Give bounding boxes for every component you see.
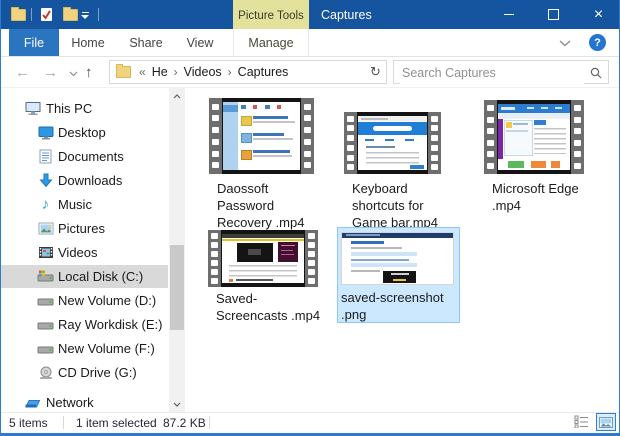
qat-folder-icon[interactable] <box>11 9 26 21</box>
breadcrumb-he[interactable]: He <box>150 65 170 79</box>
sidebar-item-this-pc[interactable]: This PC <box>1 97 168 120</box>
details-view-button[interactable] <box>574 415 589 433</box>
sidebar-item-music[interactable]: ♪ Music <box>1 193 168 216</box>
large-icons-view-button[interactable] <box>596 413 616 431</box>
network-icon <box>24 394 41 411</box>
forward-button[interactable]: → <box>43 57 58 88</box>
ribbon-expand-chevron-icon[interactable] <box>559 40 571 47</box>
minimize-button[interactable] <box>486 0 531 29</box>
minimize-icon <box>504 14 514 15</box>
qat-customize-chevron-icon[interactable] <box>81 12 89 19</box>
sidebar-item-documents[interactable]: Documents <box>1 145 168 168</box>
sidebar-item-desktop[interactable]: Desktop <box>1 121 168 144</box>
file-name: Saved-Screencasts .mp4 <box>216 290 320 324</box>
help-button[interactable]: ? <box>589 34 606 51</box>
sidebar-item-pictures[interactable]: Pictures <box>1 217 168 240</box>
sidebar-item-downloads[interactable]: Downloads <box>1 169 168 192</box>
pictures-icon <box>37 220 54 237</box>
up-button[interactable]: ↑ <box>85 57 93 88</box>
drive-icon <box>37 340 54 357</box>
refresh-button[interactable]: ↻ <box>365 60 387 84</box>
window-title: Captures <box>321 0 372 29</box>
breadcrumb-separator-icon: › <box>170 65 182 79</box>
back-button[interactable]: ← <box>15 57 30 88</box>
item-count: 5 items <box>9 416 48 430</box>
status-separator <box>63 416 64 429</box>
check-icon <box>41 8 52 21</box>
video-thumbnail <box>209 98 314 174</box>
details-view-icon <box>574 415 589 428</box>
file-name: DaossoftPasswordRecovery .mp4 <box>217 180 304 231</box>
local-disk-icon <box>37 268 54 285</box>
address-bar[interactable]: « He › Videos › Captures <box>109 60 387 84</box>
qat-separator <box>98 8 99 21</box>
file-explorer-window: Picture Tools Captures × File Home Share… <box>0 0 620 436</box>
qat-properties-icon[interactable] <box>41 8 52 21</box>
sidebar-item-cd-drive-g[interactable]: CD Drive (G:) <box>1 361 168 384</box>
close-button[interactable]: × <box>576 0 620 29</box>
maximize-icon <box>548 9 559 20</box>
tab-share[interactable]: Share <box>117 29 175 56</box>
music-icon: ♪ <box>37 196 54 213</box>
scrollbar-thumb[interactable] <box>170 245 184 330</box>
status-separator <box>209 416 210 429</box>
cd-drive-icon <box>37 364 54 381</box>
picture-tools-contextual-tab[interactable]: Picture Tools <box>233 0 309 31</box>
ribbon-tab-row: File Home Share View Manage <box>1 29 620 57</box>
drive-icon <box>37 292 54 309</box>
maximize-button[interactable] <box>531 0 576 29</box>
breadcrumb-overflow-icon[interactable]: « <box>135 65 150 79</box>
chevron-up-icon <box>173 94 181 99</box>
search-box <box>393 60 609 84</box>
file-name: Microsoft Edge.mp4 <box>492 180 579 214</box>
title-bar: Picture Tools Captures × <box>1 0 620 29</box>
scroll-down-button[interactable] <box>169 396 185 412</box>
large-icons-view-icon <box>599 417 613 428</box>
documents-icon <box>37 148 54 165</box>
sidebar-item-videos[interactable]: Videos <box>1 241 168 264</box>
videos-icon <box>37 244 54 261</box>
sidebar-item-network[interactable]: Network <box>1 391 168 414</box>
desktop-icon <box>37 124 54 141</box>
tab-manage[interactable]: Manage <box>233 29 309 56</box>
search-input[interactable] <box>400 62 584 84</box>
qat-new-folder-icon[interactable] <box>63 9 78 21</box>
breadcrumb-videos[interactable]: Videos <box>182 65 224 79</box>
scroll-up-button[interactable] <box>169 88 185 104</box>
this-pc-icon <box>24 100 41 117</box>
breadcrumb-captures[interactable]: Captures <box>236 65 291 79</box>
image-thumbnail <box>341 232 454 285</box>
address-folder-icon <box>116 66 131 78</box>
sidebar-item-ray-workdisk-e[interactable]: Ray Workdisk (E:) <box>1 313 168 336</box>
downloads-icon <box>37 172 54 189</box>
sidebar-item-new-volume-d[interactable]: New Volume (D:) <box>1 289 168 312</box>
video-thumbnail <box>208 230 318 287</box>
drive-icon <box>37 316 54 333</box>
search-icon[interactable] <box>590 67 602 79</box>
status-bar: 5 items 1 item selected 87.2 KB <box>1 412 620 433</box>
selection-size: 87.2 KB <box>163 416 206 430</box>
sidebar-item-new-volume-f[interactable]: New Volume (F:) <box>1 337 168 360</box>
tab-file[interactable]: File <box>9 29 59 56</box>
file-name: Keyboardshortcuts forGame bar.mp4 <box>352 180 438 231</box>
video-thumbnail <box>344 112 441 174</box>
tab-view[interactable]: View <box>175 29 225 56</box>
qat-separator <box>31 8 32 21</box>
chevron-down-icon <box>173 402 181 407</box>
address-row: ← → ↑ « He › Videos › Captures ↻ <box>1 57 620 88</box>
selection-count: 1 item selected <box>76 416 157 430</box>
file-name: saved-screenshot.png <box>341 289 444 323</box>
video-thumbnail <box>484 100 584 174</box>
recent-locations-chevron-icon[interactable] <box>69 71 78 77</box>
tab-home[interactable]: Home <box>59 29 117 56</box>
close-icon: × <box>594 7 603 23</box>
breadcrumb-separator-icon: › <box>224 65 236 79</box>
sidebar-item-local-disk-c[interactable]: Local Disk (C:) <box>1 265 168 288</box>
